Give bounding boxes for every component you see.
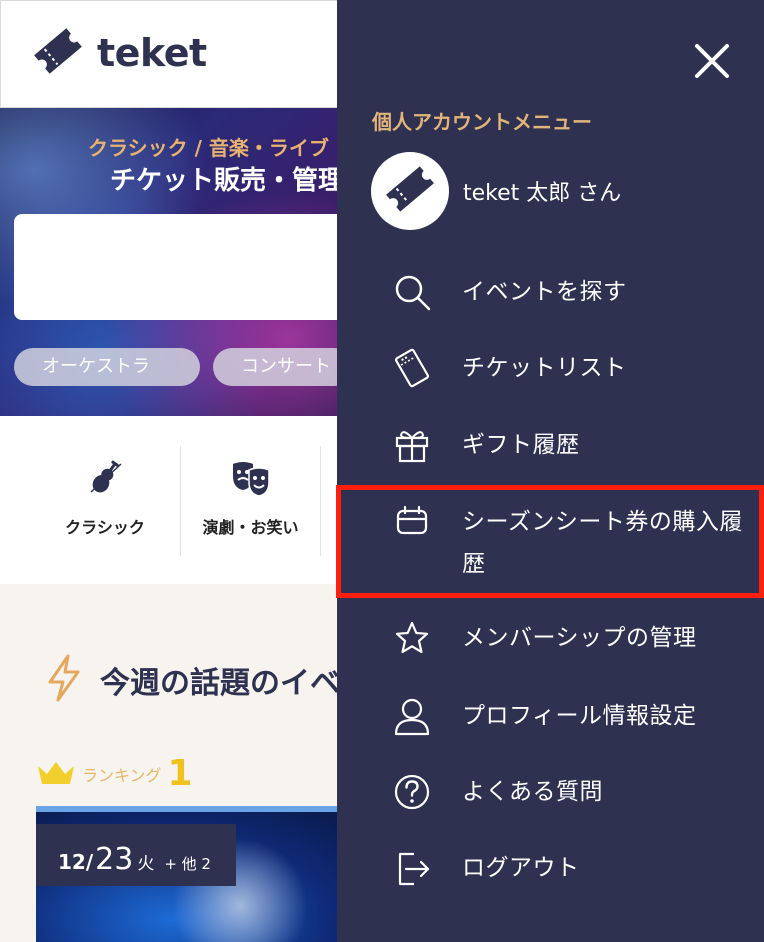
date-more: + 他 2 xyxy=(164,855,211,873)
site-header: teket xyxy=(0,0,340,108)
hero-title: チケット販売・管理 xyxy=(110,166,340,196)
gift-icon xyxy=(392,425,432,465)
logout-icon xyxy=(392,848,432,888)
user-profile: teket 太郎 さん xyxy=(371,152,621,230)
category-row: クラシック 演劇・お笑い xyxy=(0,416,340,584)
menu-item-label: ログアウト xyxy=(462,855,580,881)
close-button[interactable] xyxy=(691,40,733,82)
hero-search-box[interactable] xyxy=(14,214,340,320)
menu-item-label: イベントを探す xyxy=(462,279,627,305)
chip-orchestra[interactable]: オーケストラ xyxy=(14,348,200,386)
calendar-icon xyxy=(392,502,432,542)
crown-icon xyxy=(36,758,76,792)
lightning-icon xyxy=(44,654,84,706)
search-icon xyxy=(392,272,432,312)
theater-masks-icon xyxy=(181,458,320,502)
avatar xyxy=(371,152,449,230)
category-classic[interactable]: クラシック xyxy=(40,446,170,556)
teket-logo[interactable]: teket xyxy=(29,25,207,81)
menu-item-label: プロフィール情報設定 xyxy=(462,703,697,729)
menu-item-label: チケットリスト xyxy=(462,355,627,381)
logo-text: teket xyxy=(97,31,207,75)
ticket-logo-icon xyxy=(29,25,87,81)
date-day: 23 xyxy=(95,842,134,877)
menu-item-label: メンバーシップの管理 xyxy=(462,625,697,651)
chip-concert[interactable]: コンサート xyxy=(213,348,340,386)
hero-subtitle: クラシック / 音楽・ライブ xyxy=(88,136,329,160)
user-name: teket 太郎 さん xyxy=(463,181,622,206)
star-icon xyxy=(392,618,432,658)
date-weekday: 火 xyxy=(137,854,155,874)
person-icon xyxy=(392,696,432,736)
category-label: 演劇・お笑い xyxy=(202,518,299,537)
close-icon xyxy=(691,44,733,86)
menu-heading: 個人アカウントメニュー xyxy=(372,110,592,134)
ranking-label: ランキング xyxy=(82,766,162,785)
ticket-logo-icon xyxy=(382,161,438,221)
hero-banner: クラシック / 音楽・ライブ チケット販売・管理 オーケストラ コンサート xyxy=(0,108,340,416)
date-month-day: 12/ xyxy=(58,850,94,874)
ranking-number: 1 xyxy=(167,753,193,794)
violin-icon xyxy=(40,458,170,502)
category-divider xyxy=(320,446,321,556)
category-label: クラシック xyxy=(65,518,145,537)
ranking-badge: ランキング 1 xyxy=(36,756,193,792)
menu-item-label: シーズンシート券の購入履歴 xyxy=(462,509,743,577)
account-menu-drawer: 個人アカウントメニュー teket 太郎 さん イベントを探す チケットリスト … xyxy=(337,0,764,942)
weekly-section: 今週の話題のイベント ランキング 1 12/ 23 火 + 他 2 xyxy=(0,584,400,942)
menu-item-label: ギフト履歴 xyxy=(462,432,580,458)
menu-item-label: よくある質問 xyxy=(462,779,603,805)
question-icon xyxy=(392,772,432,812)
category-theater[interactable]: 演劇・お笑い xyxy=(180,446,320,556)
event-date-badge: 12/ 23 火 + 他 2 xyxy=(36,824,236,886)
ticket-icon xyxy=(392,348,432,388)
